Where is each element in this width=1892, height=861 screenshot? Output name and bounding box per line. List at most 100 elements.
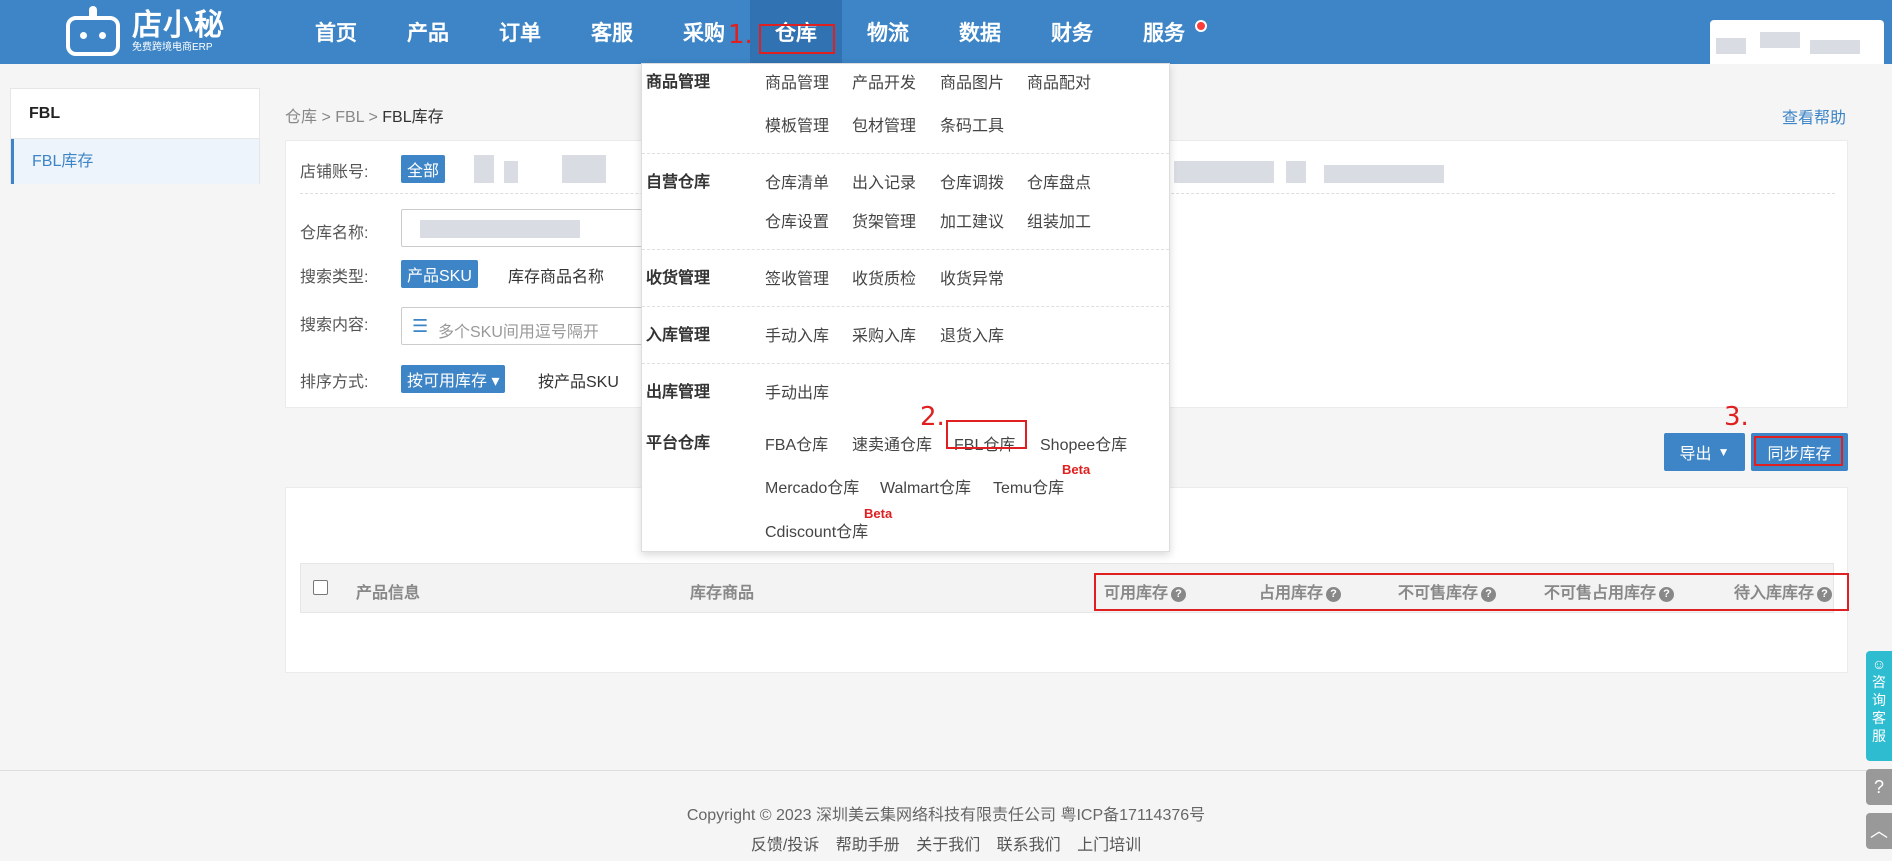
sidebar-item-fbl-inventory[interactable]: FBL库存	[11, 139, 259, 184]
menu-item[interactable]: 采购入库	[852, 322, 916, 346]
warehouse-label: 仓库名称:	[300, 225, 369, 242]
menu-item[interactable]: 速卖通仓库	[852, 431, 932, 455]
sort-by-sku[interactable]: 按产品SKU	[538, 368, 619, 392]
sort-by-available[interactable]: 按可用库存 ▾	[401, 365, 506, 393]
menu-item[interactable]: 收货异常	[940, 265, 1004, 289]
menu-category: 自营仓库	[646, 174, 711, 191]
breadcrumb-fbl[interactable]: FBL	[335, 109, 364, 126]
highlight-box	[1754, 436, 1843, 466]
sidebar: FBL FBL库存	[10, 88, 260, 184]
menu-item[interactable]: 退货入库	[940, 322, 1004, 346]
robot-logo-icon	[62, 6, 124, 58]
breadcrumb-current: FBL库存	[382, 109, 444, 126]
menu-item[interactable]: 签收管理	[765, 265, 829, 289]
select-all-checkbox[interactable]	[313, 580, 328, 595]
help-link[interactable]: 查看帮助	[1782, 104, 1846, 128]
menu-item[interactable]: 仓库清单	[765, 169, 829, 193]
menu-category: 出库管理	[646, 384, 711, 401]
table-header: 产品信息 库存商品 可用库存? 占用库存? 不可售库存? 不可售占用库存? 待入…	[300, 563, 1849, 613]
nav-data[interactable]: 数据	[934, 0, 1026, 64]
sync-inventory-button[interactable]: 同步库存	[1751, 433, 1848, 471]
col-product-info: 产品信息	[356, 585, 421, 602]
search-type-name[interactable]: 库存商品名称	[508, 263, 604, 287]
nav-finance[interactable]: 财务	[1026, 0, 1118, 64]
nav-services[interactable]: 服务	[1118, 0, 1210, 64]
user-account-box[interactable]	[1710, 20, 1884, 64]
sort-label: 排序方式:	[300, 374, 369, 391]
back-to-top-button[interactable]: ︿	[1866, 813, 1892, 849]
nav-warehouse[interactable]: 仓库	[750, 0, 842, 64]
nav-home[interactable]: 首页	[290, 0, 382, 64]
copyright-text: Copyright © 2023 深圳美云集网络科技有限责任公司 粤ICP备17…	[686, 807, 1206, 824]
menu-item[interactable]: 产品开发	[852, 69, 916, 93]
menu-item[interactable]: Shopee仓库	[1040, 431, 1127, 455]
question-icon: ?	[1873, 777, 1884, 797]
list-icon: ☰	[412, 316, 429, 336]
nav-customer-service[interactable]: 客服	[566, 0, 658, 64]
footer-link[interactable]: 反馈/投诉	[751, 837, 819, 854]
top-nav-bar: 店小秘 免费跨境电商ERP 首页 产品 订单 客服 采购 仓库 物流 数据 财务…	[0, 0, 1892, 64]
nav-products[interactable]: 产品	[382, 0, 474, 64]
highlight-box	[1094, 573, 1849, 611]
menu-item[interactable]: Mercado仓库	[765, 474, 859, 498]
footer-links: 反馈/投诉 帮助手册 关于我们 联系我们 上门培训	[0, 831, 1892, 855]
brand-name: 店小秘	[132, 9, 225, 42]
footer-link[interactable]: 关于我们	[916, 837, 980, 854]
breadcrumb: 仓库 > FBL > FBL库存	[285, 109, 444, 126]
menu-item[interactable]: 商品管理	[765, 69, 829, 93]
notification-dot	[1195, 20, 1207, 32]
breadcrumb-warehouse[interactable]: 仓库	[285, 109, 317, 126]
menu-item[interactable]: 模板管理	[765, 112, 829, 136]
footer-link[interactable]: 联系我们	[997, 837, 1061, 854]
chevron-up-icon: ︿	[1870, 821, 1888, 841]
export-button[interactable]: 导出 ▼	[1664, 433, 1745, 471]
brand-tagline: 免费跨境电商ERP	[132, 42, 213, 53]
menu-item[interactable]: 收货质检	[852, 265, 916, 289]
beta-badge: Beta	[864, 506, 893, 521]
menu-item[interactable]: 条码工具	[940, 112, 1004, 136]
menu-item[interactable]: 仓库设置	[765, 208, 829, 232]
col-inventory-item: 库存商品	[690, 585, 755, 602]
menu-category: 平台仓库	[646, 435, 711, 452]
beta-badge: Beta	[1062, 462, 1091, 477]
nav-logistics[interactable]: 物流	[842, 0, 934, 64]
search-input[interactable]: ☰ 多个SKU间用逗号隔开	[401, 307, 681, 345]
menu-item[interactable]: 商品配对	[1027, 69, 1091, 93]
menu-category: 商品管理	[646, 74, 711, 91]
menu-item[interactable]: 组装加工	[1027, 208, 1091, 232]
menu-item[interactable]: Temu仓库	[993, 474, 1064, 498]
nav-orders[interactable]: 订单	[474, 0, 566, 64]
consult-service-button[interactable]: ☺ 咨询客服	[1866, 651, 1892, 761]
footer-link[interactable]: 帮助手册	[836, 837, 900, 854]
help-float-button[interactable]: ?	[1866, 769, 1892, 805]
menu-category: 收货管理	[646, 270, 711, 287]
menu-item[interactable]: 包材管理	[852, 112, 916, 136]
menu-item[interactable]: 仓库调拨	[940, 169, 1004, 193]
shop-all-tag[interactable]: 全部	[401, 155, 446, 183]
menu-item[interactable]: 商品图片	[940, 69, 1004, 93]
footer-link[interactable]: 上门培训	[1077, 837, 1141, 854]
menu-item[interactable]: Walmart仓库	[880, 474, 971, 498]
annotation-step-1: 1.	[728, 20, 753, 50]
search-type-label: 搜索类型:	[300, 269, 369, 286]
menu-item[interactable]: 货架管理	[852, 208, 916, 232]
chat-icon: ☺	[1871, 656, 1887, 672]
menu-category: 入库管理	[646, 327, 711, 344]
menu-item[interactable]: 加工建议	[940, 208, 1004, 232]
brand-logo[interactable]: 店小秘 免费跨境电商ERP	[62, 6, 225, 58]
highlight-box	[759, 24, 835, 54]
warehouse-select[interactable]	[401, 209, 681, 247]
menu-item[interactable]: FBA仓库	[765, 431, 828, 455]
menu-item[interactable]: 手动入库	[765, 322, 829, 346]
search-type-sku[interactable]: 产品SKU	[401, 260, 478, 288]
menu-item[interactable]: 手动出库	[765, 379, 829, 403]
sidebar-header: FBL	[11, 89, 259, 139]
search-placeholder: 多个SKU间用逗号隔开	[438, 324, 599, 341]
warehouse-dropdown-menu: 商品管理 商品管理 产品开发 商品图片 商品配对 模板管理 包材管理 条码工具 …	[641, 63, 1170, 552]
caret-down-icon: ▼	[1717, 445, 1730, 459]
shop-label: 店铺账号:	[300, 164, 369, 181]
menu-item[interactable]: 出入记录	[852, 169, 916, 193]
menu-item[interactable]: Cdiscount仓库	[765, 518, 868, 542]
highlight-box	[946, 420, 1027, 449]
menu-item[interactable]: 仓库盘点	[1027, 169, 1091, 193]
